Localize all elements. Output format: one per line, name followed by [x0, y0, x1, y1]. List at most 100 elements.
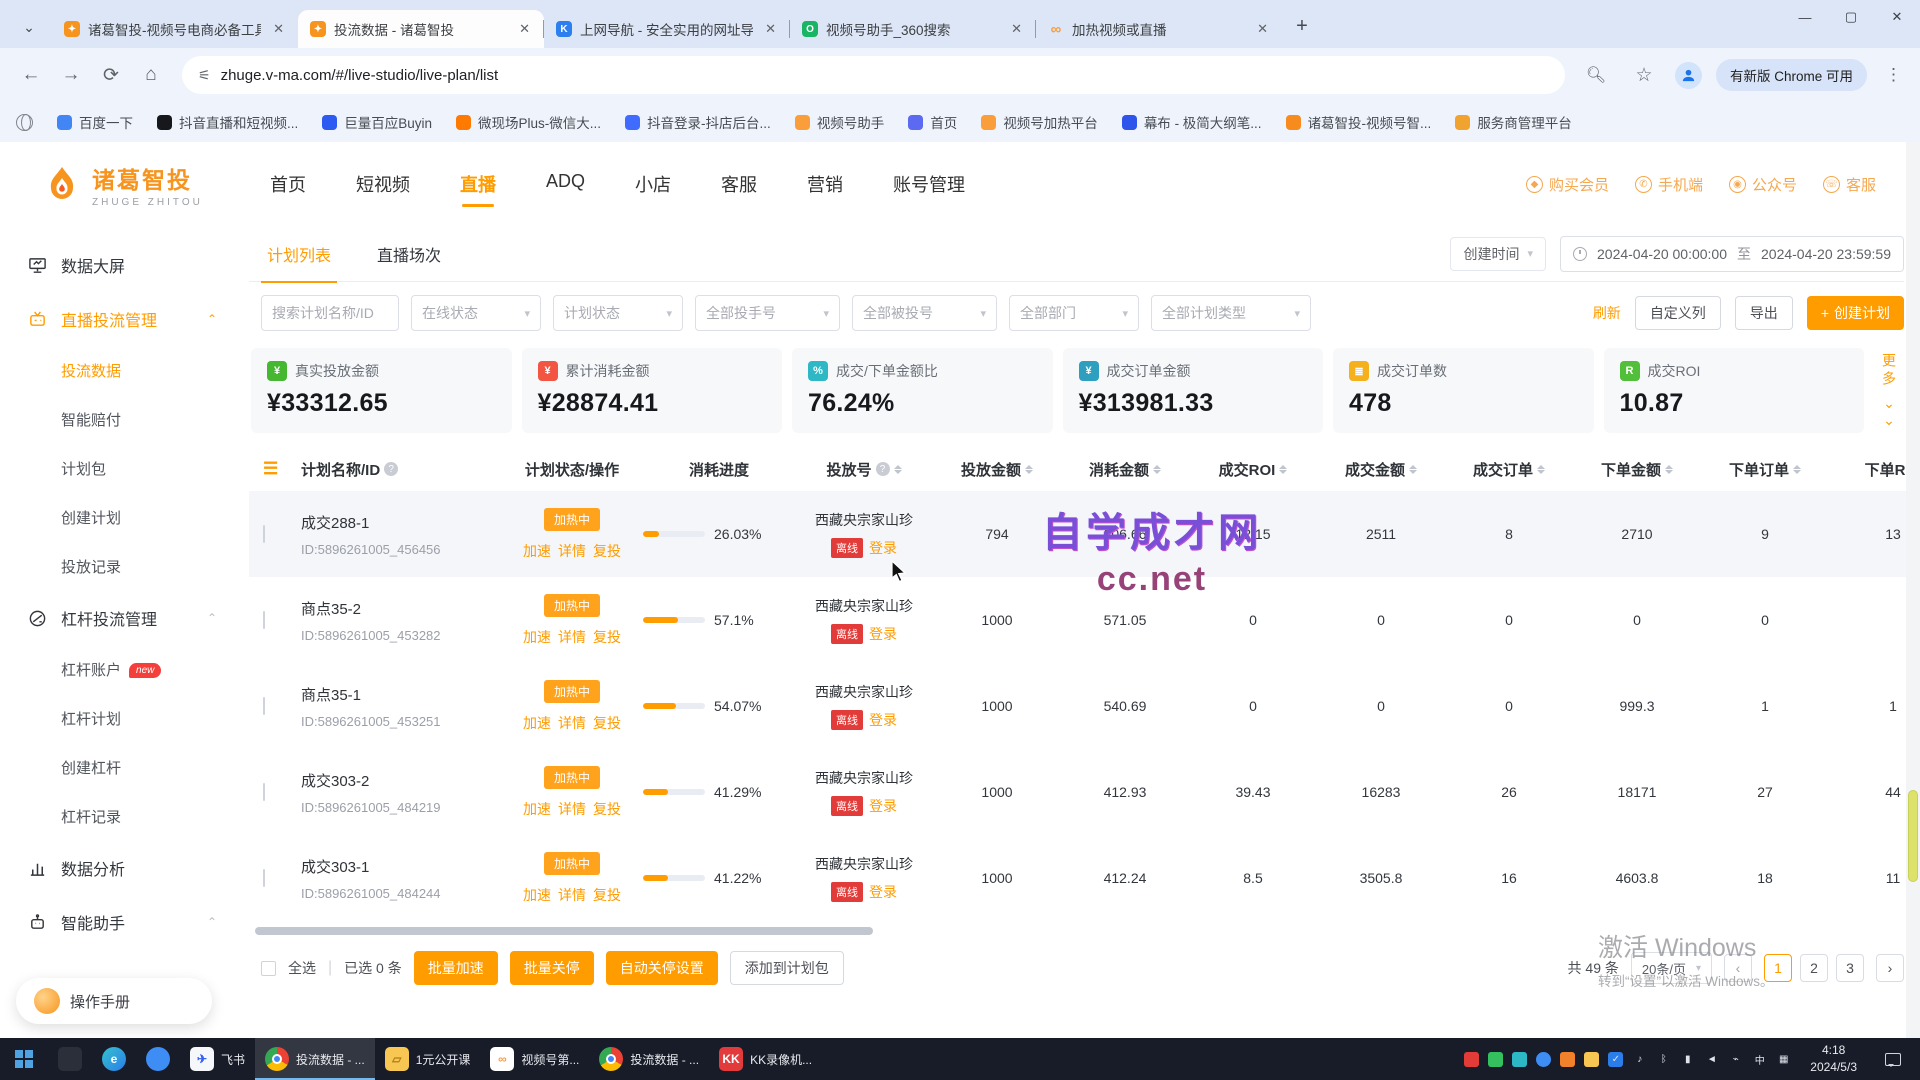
sort-arrows-icon[interactable]	[894, 461, 902, 478]
bookmark-item-9[interactable]: 诸葛智投-视频号智...	[1286, 112, 1432, 132]
bookmark-item-0[interactable]: 百度一下	[57, 112, 133, 132]
info-icon[interactable]: ?	[876, 462, 890, 476]
tab-close-icon[interactable]: ✕	[1007, 19, 1026, 39]
vertical-scrollbar[interactable]	[1906, 142, 1920, 1038]
login-link[interactable]: 登录	[869, 796, 897, 816]
login-link[interactable]: 登录	[869, 538, 897, 558]
page-button-1[interactable]: 1	[1764, 954, 1792, 982]
next-page-button[interactable]: ›	[1876, 954, 1904, 982]
sidebar-item-数据大屏[interactable]: 数据大屏	[0, 238, 235, 292]
sort-arrows-icon[interactable]	[1025, 461, 1033, 478]
nav-item-客服[interactable]: 客服	[719, 145, 759, 223]
scrollbar-thumb[interactable]	[1908, 790, 1918, 882]
filter-select-在线状态[interactable]: 在线状态▾	[411, 295, 541, 331]
site-info-icon[interactable]: ⚟	[198, 67, 211, 84]
plan-name[interactable]: 成交288-1	[301, 512, 501, 533]
browser-menu-icon[interactable]: ⋮	[1881, 65, 1906, 85]
nav-item-小店[interactable]: 小店	[633, 145, 673, 223]
sidebar-item-直播投流管理[interactable]: 直播投流管理⌃	[0, 292, 235, 346]
bookmark-item-8[interactable]: 幕布 - 极简大纲笔...	[1122, 112, 1262, 132]
plan-name[interactable]: 商点35-2	[301, 598, 501, 619]
input-zh-icon[interactable]: 中	[1752, 1052, 1767, 1067]
sidebar-subitem-杠杆记录[interactable]: 杠杆记录	[0, 792, 235, 841]
batch-accelerate-button[interactable]: 批量加速	[414, 951, 498, 985]
action-link-加速[interactable]: 加速	[523, 885, 551, 905]
page-size-select[interactable]: 20条/页 ▾	[1631, 952, 1712, 984]
taskbar-app-blue-2[interactable]	[136, 1038, 180, 1080]
sidebar-subitem-投放记录[interactable]: 投放记录	[0, 542, 235, 591]
row-checkbox[interactable]	[263, 611, 265, 629]
address-bar[interactable]: ⚟ zhuge.v-ma.com/#/live-studio/live-plan…	[182, 56, 1565, 94]
sidebar-item-智能助手[interactable]: 智能助手⌃	[0, 895, 235, 949]
more-stats-button[interactable]: 更多 ⌄⌄	[1874, 348, 1904, 433]
batch-stop-button[interactable]: 批量关停	[510, 951, 594, 985]
profile-avatar[interactable]	[1675, 62, 1702, 89]
sort-arrows-icon[interactable]	[1153, 461, 1161, 478]
bluetooth-icon[interactable]: ᛒ	[1656, 1052, 1671, 1067]
quick-link-购买会员[interactable]: ◆购买会员	[1526, 174, 1609, 195]
action-link-详情[interactable]: 详情	[558, 541, 586, 561]
plan-tab-计划列表[interactable]: 计划列表	[261, 226, 337, 283]
nav-item-短视频[interactable]: 短视频	[354, 145, 412, 223]
browser-tab-3[interactable]: O视频号助手_360搜索✕	[790, 10, 1036, 48]
row-checkbox[interactable]	[263, 869, 265, 887]
filter-select-全部投手号[interactable]: 全部投手号▾	[695, 295, 840, 331]
tab-search-chevron-icon[interactable]: ⌄	[14, 12, 44, 42]
action-link-详情[interactable]: 详情	[558, 627, 586, 647]
forward-button[interactable]: →	[54, 58, 88, 92]
window-maximize-button[interactable]: ▢	[1828, 0, 1874, 34]
action-link-加速[interactable]: 加速	[523, 799, 551, 819]
handbook-button[interactable]: 操作手册	[16, 978, 212, 1024]
action-link-复投[interactable]: 复投	[593, 885, 621, 905]
sort-arrows-icon[interactable]	[1279, 461, 1287, 478]
sidebar-subitem-创建杠杆[interactable]: 创建杠杆	[0, 743, 235, 792]
tab-close-icon[interactable]: ✕	[761, 19, 780, 39]
orange-app-icon[interactable]	[1560, 1052, 1575, 1067]
select-all-label[interactable]: 全选	[288, 958, 316, 978]
row-checkbox[interactable]	[263, 697, 265, 715]
blue-app-icon[interactable]	[1536, 1052, 1551, 1067]
login-link[interactable]: 登录	[869, 624, 897, 644]
sidebar-subitem-杠杆计划[interactable]: 杠杆计划	[0, 694, 235, 743]
action-link-加速[interactable]: 加速	[523, 713, 551, 733]
battery-icon[interactable]: ▮	[1680, 1052, 1695, 1067]
sort-arrows-icon[interactable]	[1537, 461, 1545, 478]
action-link-详情[interactable]: 详情	[558, 799, 586, 819]
filter-select-全部计划类型[interactable]: 全部计划类型▾	[1151, 295, 1311, 331]
nav-item-账号管理[interactable]: 账号管理	[891, 145, 967, 223]
plan-name[interactable]: 成交303-1	[301, 856, 501, 877]
column-header-投放号[interactable]: 投放号?	[795, 459, 933, 480]
mic-icon[interactable]: ♪	[1632, 1052, 1647, 1067]
row-checkbox[interactable]	[263, 525, 265, 543]
filter-select-计划状态[interactable]: 计划状态▾	[553, 295, 683, 331]
plan-name[interactable]: 成交303-2	[301, 770, 501, 791]
select-all-checkbox[interactable]	[261, 961, 276, 976]
taskbar-app-KK录像机...[interactable]: KKKK录像机...	[709, 1038, 822, 1080]
browser-tab-0[interactable]: ✦诸葛智投-视频号电商必备工具✕	[52, 10, 298, 48]
folder-icon[interactable]	[1584, 1052, 1599, 1067]
column-header-计划名称/ID[interactable]: 计划名称/ID?	[301, 459, 501, 480]
sidebar-item-杠杆投流管理[interactable]: 杠杆投流管理⌃	[0, 591, 235, 645]
plan-name[interactable]: 商点35-1	[301, 684, 501, 705]
shield-icon[interactable]: ✓	[1608, 1052, 1623, 1067]
date-range-picker[interactable]: 2024-04-20 00:00:00 至 2024-04-20 23:59:5…	[1560, 236, 1904, 272]
create-plan-button[interactable]: + 创建计划	[1807, 296, 1904, 330]
login-link[interactable]: 登录	[869, 882, 897, 902]
sidebar-subitem-投流数据[interactable]: 投流数据	[0, 346, 235, 395]
action-link-详情[interactable]: 详情	[558, 885, 586, 905]
new-tab-button[interactable]: +	[1288, 12, 1316, 40]
tab-close-icon[interactable]: ✕	[515, 19, 534, 39]
tab-close-icon[interactable]: ✕	[1253, 19, 1272, 39]
column-header-消耗金额[interactable]: 消耗金额	[1061, 459, 1189, 480]
column-header-投放金额[interactable]: 投放金额	[933, 459, 1061, 480]
refresh-button[interactable]: 刷新	[1593, 303, 1621, 323]
bookmark-item-6[interactable]: 首页	[908, 112, 957, 132]
zoom-search-icon[interactable]: 🔍︎	[1579, 58, 1613, 92]
taskbar-app-edge-1[interactable]: e	[92, 1038, 136, 1080]
bookmark-item-1[interactable]: 抖音直播和短视频...	[157, 112, 298, 132]
bookmark-item-7[interactable]: 视频号加热平台	[981, 112, 1098, 132]
column-header-成交金额[interactable]: 成交金额	[1317, 459, 1445, 480]
bookmark-item-2[interactable]: 巨量百应Buyin	[322, 112, 432, 132]
bookmark-item-5[interactable]: 视频号助手	[795, 112, 885, 132]
column-settings-icon[interactable]: ☰	[263, 459, 278, 478]
